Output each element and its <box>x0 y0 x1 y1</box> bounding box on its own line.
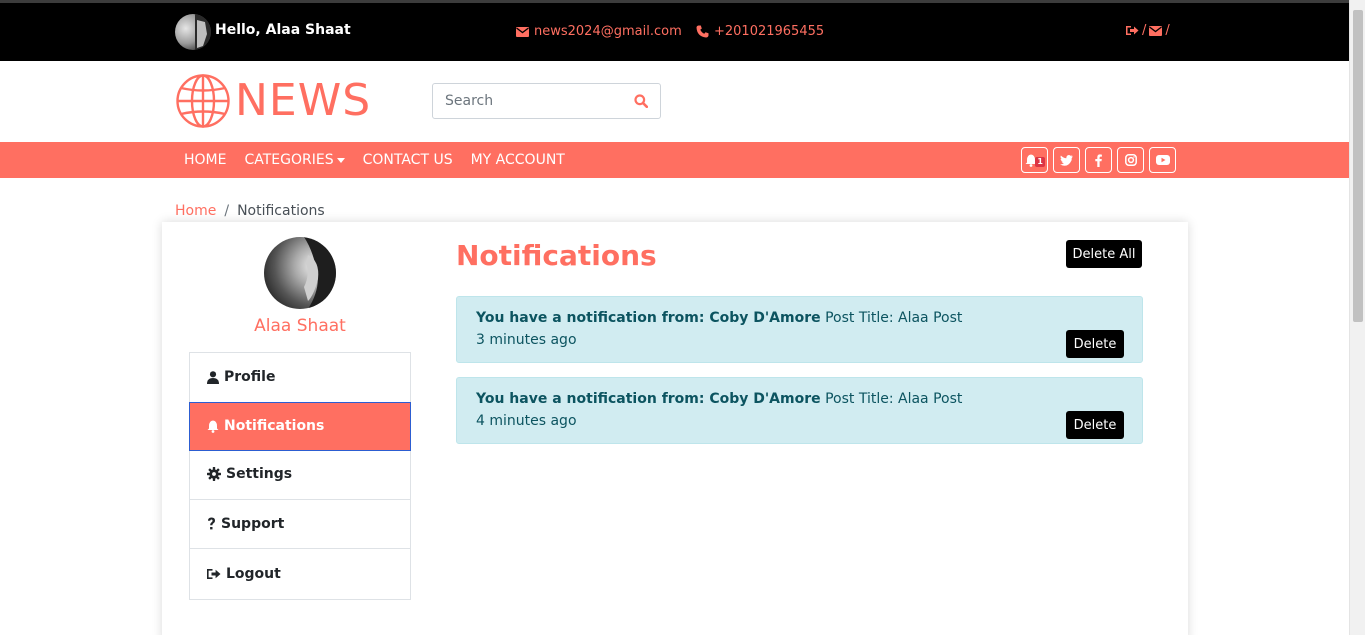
notification-item: You have a notification from: Coby D'Amo… <box>456 377 1143 444</box>
nav-categories-dropdown[interactable]: CATEGORIES <box>244 152 345 168</box>
delete-all-button[interactable]: Delete All <box>1066 240 1142 268</box>
globe-icon <box>175 73 231 129</box>
menu-item-profile[interactable]: Profile <box>190 353 410 403</box>
facebook-icon <box>1095 153 1102 167</box>
nav-links: HOME CATEGORIES CONTACT US MY ACCOUNT <box>184 142 565 178</box>
twitter-icon <box>1060 154 1073 166</box>
breadcrumb-current: Notifications <box>237 203 325 219</box>
phone-icon <box>696 25 709 38</box>
notification-text: You have a notification from: Coby D'Amo… <box>476 310 962 326</box>
delete-notification-button[interactable]: Delete <box>1066 330 1124 358</box>
sign-out-icon <box>207 568 221 580</box>
facebook-button[interactable] <box>1085 147 1112 173</box>
envelope-icon <box>516 26 529 37</box>
phone-text: +201021965455 <box>714 24 825 39</box>
site-logo[interactable]: NEWS <box>175 73 371 129</box>
notification-time: 3 minutes ago <box>476 332 577 348</box>
user-icon <box>207 370 219 384</box>
email-text: news2024@gmail.com <box>534 24 682 39</box>
bell-icon <box>207 420 219 433</box>
nav-home[interactable]: HOME <box>184 152 226 168</box>
notification-sender: You have a notification from: Coby D'Amo… <box>476 310 821 326</box>
account-menu: Profile Notifications Settings Support L… <box>189 352 411 600</box>
menu-item-label: Settings <box>226 466 293 483</box>
logo-text: NEWS <box>235 75 372 126</box>
caret-down-icon <box>336 157 345 163</box>
instagram-button[interactable] <box>1117 147 1144 173</box>
greeting-text: Hello, Alaa Shaat <box>215 22 351 38</box>
contact-phone[interactable]: +201021965455 <box>696 24 824 39</box>
top-bar: Hello, Alaa Shaat news2024@gmail.com +20… <box>0 0 1349 61</box>
question-icon <box>207 517 216 531</box>
menu-item-label: Support <box>221 516 285 533</box>
menu-item-label: Logout <box>226 566 281 583</box>
breadcrumb-home[interactable]: Home <box>175 203 216 219</box>
notification-text: You have a notification from: Coby D'Amo… <box>476 391 962 407</box>
search-icon[interactable] <box>634 94 648 108</box>
menu-item-support[interactable]: Support <box>190 500 410 550</box>
search-box[interactable] <box>432 83 661 119</box>
main-navbar: HOME CATEGORIES CONTACT US MY ACCOUNT 1 <box>0 142 1349 178</box>
nav-my-account[interactable]: MY ACCOUNT <box>471 152 565 168</box>
utility-links: / / <box>1126 23 1170 38</box>
menu-item-notifications[interactable]: Notifications <box>189 401 411 452</box>
nav-categories-label: CATEGORIES <box>244 152 334 168</box>
notifications-button[interactable]: 1 <box>1021 147 1048 173</box>
contact-email[interactable]: news2024@gmail.com <box>516 24 682 39</box>
notification-post: Post Title: Alaa Post <box>825 391 963 407</box>
notification-item: You have a notification from: Coby D'Amo… <box>456 296 1143 363</box>
scrollbar-thumb[interactable] <box>1353 10 1363 322</box>
menu-item-settings[interactable]: Settings <box>190 450 410 500</box>
nav-contact[interactable]: CONTACT US <box>363 152 453 168</box>
profile-avatar <box>264 237 336 309</box>
page-title: Notifications <box>456 239 657 272</box>
delete-notification-button[interactable]: Delete <box>1066 411 1124 439</box>
breadcrumb: Home / Notifications <box>175 203 325 219</box>
menu-item-label: Profile <box>224 369 276 386</box>
youtube-button[interactable] <box>1149 147 1176 173</box>
notification-sender: You have a notification from: Coby D'Amo… <box>476 391 821 407</box>
util-separator: / <box>1165 23 1170 38</box>
page-scrollbar[interactable] <box>1349 0 1365 635</box>
notification-count-badge: 1 <box>1035 157 1045 167</box>
notification-post: Post Title: Alaa Post <box>825 310 963 326</box>
gear-icon <box>207 467 221 482</box>
youtube-icon <box>1155 155 1170 165</box>
twitter-button[interactable] <box>1053 147 1080 173</box>
instagram-icon <box>1124 154 1137 166</box>
sign-out-icon[interactable] <box>1126 25 1139 36</box>
notification-time: 4 minutes ago <box>476 413 577 429</box>
menu-item-label: Notifications <box>224 418 325 435</box>
social-buttons: 1 <box>1021 147 1176 173</box>
menu-item-logout[interactable]: Logout <box>190 549 410 599</box>
profile-name: Alaa Shaat <box>254 316 346 336</box>
breadcrumb-separator: / <box>224 203 230 219</box>
envelope-icon[interactable] <box>1149 25 1163 36</box>
user-avatar[interactable] <box>175 14 211 50</box>
util-separator: / <box>1142 23 1147 38</box>
search-input[interactable] <box>445 93 634 109</box>
